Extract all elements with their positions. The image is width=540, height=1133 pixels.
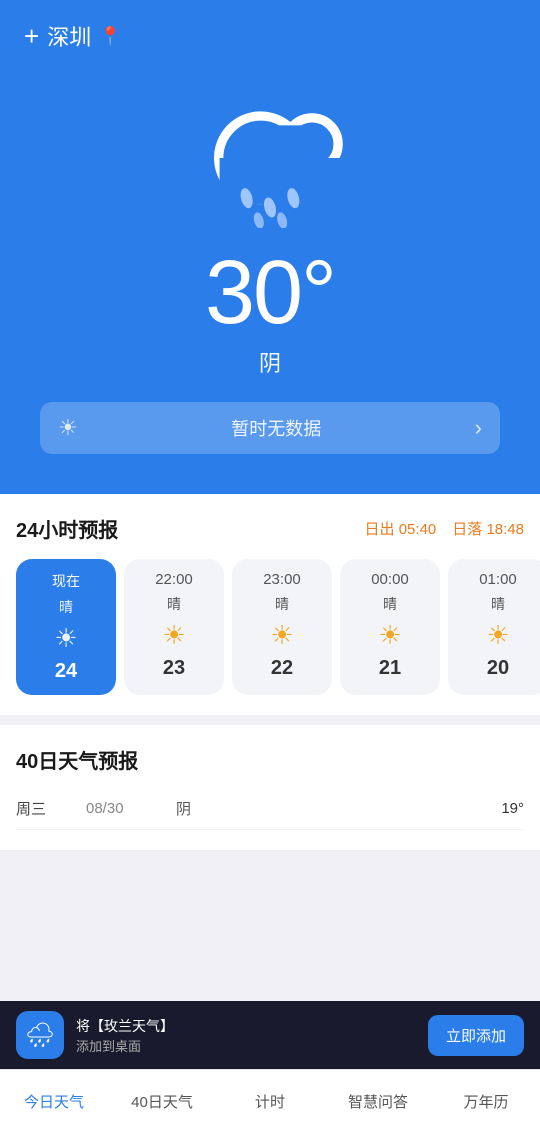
hour-label: 01:00 (479, 571, 517, 588)
nav-item-计时[interactable]: 计时 (216, 1070, 324, 1133)
nav-item-40日天气[interactable]: 40日天气 (108, 1070, 216, 1133)
hourly-title: 24小时预报 (16, 514, 118, 543)
add-to-home-button[interactable]: 立即添加 (428, 1015, 524, 1056)
hourly-card[interactable]: 23:00 晴 ☀ 22 (232, 559, 332, 695)
aqi-bar[interactable]: ☀ 暂时无数据 › (40, 402, 500, 454)
hour-now-label: 现在 (52, 571, 80, 591)
hour-weather: 晴 (59, 597, 73, 617)
hour-sun-icon: ☀ (486, 620, 509, 651)
hour-temp: 22 (271, 657, 293, 680)
weather-illustration (170, 78, 370, 238)
hour-weather: 晴 (275, 594, 289, 614)
hourly-card[interactable]: 00:00 晴 ☀ 21 (340, 559, 440, 695)
add-city-icon[interactable]: + (24, 23, 39, 49)
toast-banner: 🌧 将【玫兰天气】 添加到桌面 立即添加 (0, 1001, 540, 1069)
hour-sun-icon: ☀ (162, 620, 185, 651)
hour-temp: 24 (55, 660, 77, 683)
bottom-navigation: 今日天气40日天气计时智慧问答万年历 (0, 1069, 540, 1133)
hour-label: 22:00 (155, 571, 193, 588)
city-name: 深圳 (47, 20, 91, 52)
nav-item-万年历[interactable]: 万年历 (432, 1070, 540, 1133)
aqi-text: 暂时无数据 (231, 415, 321, 441)
sunset-time: 日落 18:48 (452, 518, 524, 539)
sunrise-time: 日出 05:40 (365, 518, 437, 539)
daily-date: 08/30 (86, 800, 176, 817)
hour-temp: 21 (379, 657, 401, 680)
daily-row: 周三 08/30 阴 19° (16, 788, 524, 830)
daily-desc: 阴 (176, 798, 501, 819)
forty-day-title: 40日天气预报 (16, 745, 524, 774)
weather-description: 阴 (259, 346, 281, 378)
toast-text: 将【玫兰天气】 添加到桌面 (76, 1016, 416, 1055)
hour-temp: 23 (163, 657, 185, 680)
hero-top-bar: + 深圳 📍 (24, 20, 516, 52)
hour-sun-icon: ☀ (270, 620, 293, 651)
hourly-card[interactable]: 现在 晴 ☀ 24 (16, 559, 116, 695)
hourly-header: 24小时预报 日出 05:40 日落 18:48 (16, 514, 540, 543)
sun-times: 日出 05:40 日落 18:48 (365, 518, 524, 539)
daily-day: 周三 (16, 798, 86, 819)
toast-line1: 将【玫兰天气】 (76, 1016, 416, 1036)
hour-temp: 20 (487, 657, 509, 680)
nav-item-智慧问答[interactable]: 智慧问答 (324, 1070, 432, 1133)
hourly-card[interactable]: 01:00 晴 ☀ 20 (448, 559, 540, 695)
aqi-arrow-icon: › (475, 415, 482, 441)
location-icon: 📍 (99, 26, 121, 47)
hour-sun-icon: ☀ (378, 620, 401, 651)
toast-line2: 添加到桌面 (76, 1036, 416, 1055)
hour-weather: 晴 (167, 594, 181, 614)
hero-section: + 深圳 📍 30° 阴 ☀ 暂时无数据 › (0, 0, 540, 494)
hourly-scroll-container[interactable]: 现在 晴 ☀ 24 22:00 晴 ☀ 23 23:00 晴 ☀ 22 00:0… (16, 559, 540, 695)
forty-day-section: 40日天气预报 周三 08/30 阴 19° (0, 725, 540, 850)
hour-weather: 晴 (383, 594, 397, 614)
hour-weather: 晴 (491, 594, 505, 614)
hour-sun-icon: ☀ (54, 623, 77, 654)
hourly-card[interactable]: 22:00 晴 ☀ 23 (124, 559, 224, 695)
temperature-display: 30° (205, 248, 335, 338)
aqi-sun-icon: ☀ (58, 415, 78, 441)
hour-label: 23:00 (263, 571, 301, 588)
nav-item-今日天气[interactable]: 今日天气 (0, 1070, 108, 1133)
daily-temp: 19° (501, 800, 524, 817)
hourly-forecast-section: 24小时预报 日出 05:40 日落 18:48 现在 晴 ☀ 24 22:00… (0, 494, 540, 715)
toast-icon: 🌧 (16, 1011, 64, 1059)
hour-label: 00:00 (371, 571, 409, 588)
